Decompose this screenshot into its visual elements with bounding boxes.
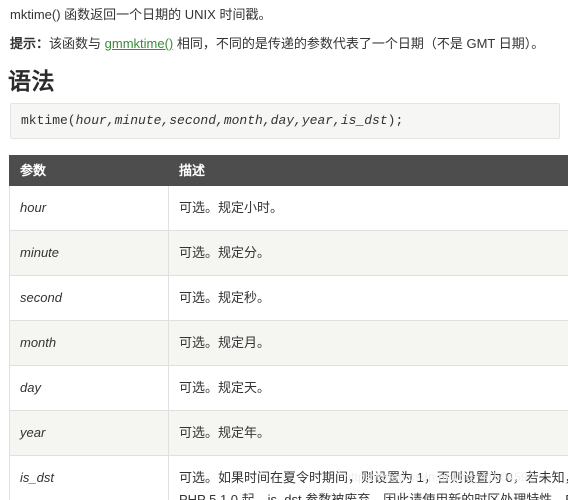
param-desc-cell: 可选。规定月。 (168, 320, 568, 366)
table-row: is_dst 可选。如果时间在夏令时期间，则设置为 1，否则设置为 0，若未知，… (9, 455, 568, 500)
param-desc-cell: 可选。规定分。 (168, 230, 568, 276)
table-header: 参数 描述 (9, 155, 568, 186)
code-tail: ); (387, 113, 404, 128)
intro-line-1: mktime() 函数返回一个日期的 UNIX 时间戳。 (10, 7, 272, 22)
parameters-table: 参数 描述 hour 可选。规定小时。 minute 可选。规定分。 secon… (9, 155, 568, 500)
syntax-code-block: mktime(hour,minute,second,month,day,year… (10, 103, 560, 139)
gmmktime-link[interactable]: gmmktime() (105, 36, 174, 51)
table-row: month 可选。规定月。 (9, 320, 568, 366)
page-root: mktime() 函数返回一个日期的 UNIX 时间戳。 提示：该函数与 gmm… (0, 0, 568, 500)
intro-section: mktime() 函数返回一个日期的 UNIX 时间戳。 提示：该函数与 gmm… (0, 0, 568, 55)
tip-text-before-link: 该函数与 (49, 36, 105, 51)
param-desc-cell: 可选。规定年。 (168, 410, 568, 456)
param-desc-cell: 可选。规定小时。 (168, 185, 568, 231)
table-row: hour 可选。规定小时。 (9, 185, 568, 231)
param-desc-cell: 可选。规定天。 (168, 365, 568, 411)
param-name-cell: hour (9, 185, 169, 231)
code-function-name: mktime( (21, 113, 76, 128)
param-name-cell: month (9, 320, 169, 366)
param-name-cell: day (9, 365, 169, 411)
param-desc-part-1: 可选。如果时间在夏令时期间，则设置为 1，否则设置为 0，若未知，则设置为 -1… (179, 470, 568, 500)
table-row: second 可选。规定秒。 (9, 275, 568, 321)
table-row: day 可选。规定天。 (9, 365, 568, 411)
table-row: minute 可选。规定分。 (9, 230, 568, 276)
param-desc-cell: 可选。如果时间在夏令时期间，则设置为 1，否则设置为 0，若未知，则设置为 -1… (168, 455, 568, 500)
tip-text-after-link: 相同，不同的是传递的参数代表了一个日期（不是 GMT 日期）。 (173, 36, 545, 51)
column-header-desc: 描述 (168, 155, 568, 186)
param-name-cell: minute (9, 230, 169, 276)
intro-tip-line: 提示：该函数与 gmmktime() 相同，不同的是传递的参数代表了一个日期（不… (8, 26, 560, 55)
param-name-cell: is_dst (9, 455, 169, 500)
param-name-cell: second (9, 275, 169, 321)
param-name-cell: year (9, 410, 169, 456)
syntax-heading: 语法 (8, 68, 55, 94)
table-row: year 可选。规定年。 (9, 410, 568, 456)
code-arguments: hour,minute,second,month,day,year,is_dst (75, 113, 388, 128)
table-header-row: 参数 描述 (9, 155, 568, 186)
table-body: hour 可选。规定小时。 minute 可选。规定分。 second 可选。规… (9, 185, 568, 500)
param-desc-cell: 可选。规定秒。 (168, 275, 568, 321)
tip-label: 提示： (10, 36, 50, 51)
column-header-param: 参数 (9, 155, 169, 186)
